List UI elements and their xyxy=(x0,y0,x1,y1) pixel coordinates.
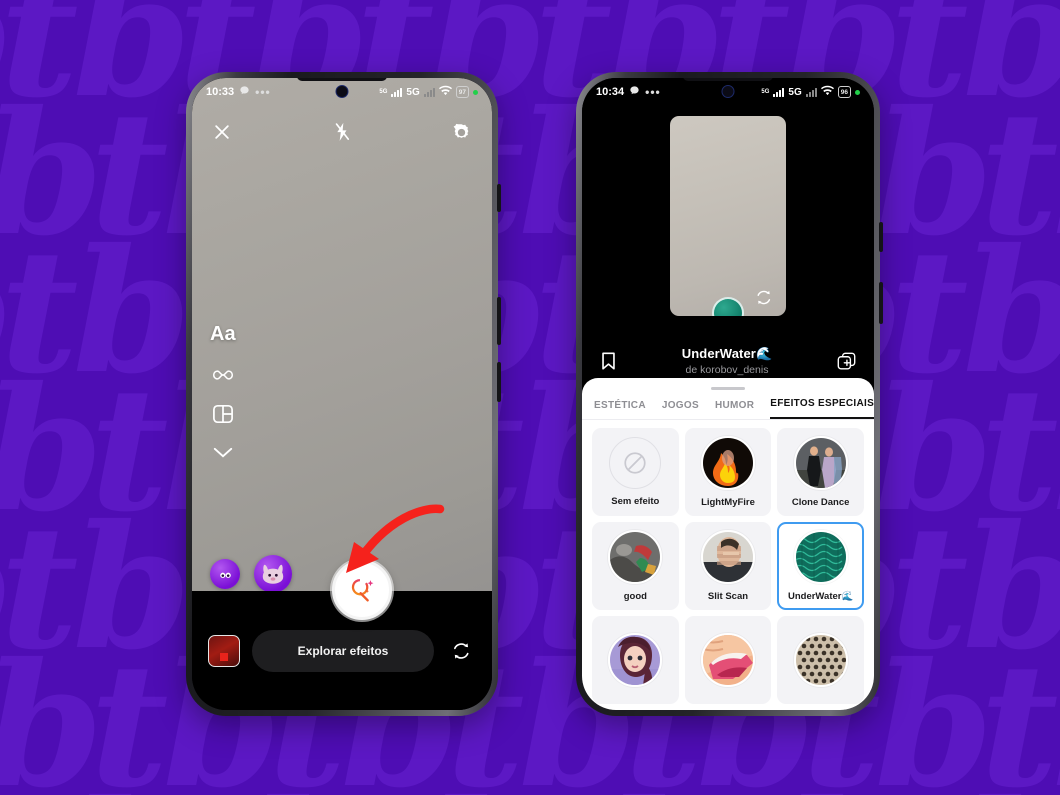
watermark-text: tb xyxy=(534,779,725,795)
camera-top-controls xyxy=(192,112,492,152)
effect-cell[interactable]: Clone Dance xyxy=(777,428,864,516)
effect-thumbnail-slit-icon xyxy=(700,530,755,584)
watermark-text: tb xyxy=(712,779,903,795)
effect-author: de korobov_denis xyxy=(685,364,769,376)
effect-cell[interactable] xyxy=(777,616,864,704)
camera-tool-rail: Aa xyxy=(210,323,236,459)
phone-right-button-power[interactable] xyxy=(879,282,883,324)
bookmark-icon[interactable] xyxy=(600,351,617,371)
phone-left: 10:33 ••• 5G 5G 97 Aa Explorar efeitos xyxy=(186,72,501,716)
effect-title: UnderWater🌊 xyxy=(681,346,773,361)
watermark-text: tb xyxy=(0,779,191,795)
effect-thumbnail-good-icon xyxy=(608,530,663,584)
flash-off-icon[interactable] xyxy=(332,121,352,143)
effect-thumbnail-lips-icon xyxy=(700,633,755,687)
effect-label: Clone Dance xyxy=(791,497,850,508)
add-to-story-icon[interactable] xyxy=(837,352,856,371)
phone-right-button-volume[interactable] xyxy=(879,222,883,252)
right-network-label: 5G xyxy=(788,86,802,98)
phone-left-button-power[interactable] xyxy=(497,362,501,402)
wifi-icon xyxy=(820,85,834,99)
filter-bubble-2[interactable] xyxy=(254,555,292,593)
effect-cell[interactable]: Sem efeito xyxy=(592,428,679,516)
settings-gear-icon[interactable] xyxy=(451,122,472,143)
signal-bars-icon xyxy=(773,87,785,97)
right-status-time: 10:34 xyxy=(596,86,625,98)
effect-preview-badge xyxy=(712,297,744,316)
left-status-dots: ••• xyxy=(255,85,271,99)
text-tool-icon[interactable]: Aa xyxy=(210,323,236,346)
left-network-sup: 5G xyxy=(379,89,388,95)
right-network-sup: 5G xyxy=(761,89,770,95)
phone-right: 10:34 ••• 5G 5G 96 UnderWater🌊 de korobo… xyxy=(576,72,883,716)
battery-indicator: 97 xyxy=(455,86,469,98)
wifi-icon xyxy=(438,85,452,99)
effect-label: good xyxy=(623,591,647,602)
background-watermark-pattern: tbtbtbtbtbtbtbtbtbtbtbtbtbtbtbtbtbtbtbtb… xyxy=(0,0,1060,795)
browse-effects-button[interactable] xyxy=(332,560,392,620)
effect-preview-card[interactable] xyxy=(670,116,786,316)
effect-label: Slit Scan xyxy=(707,591,749,602)
battery-indicator: 96 xyxy=(837,86,851,98)
left-network-label: 5G xyxy=(406,86,420,98)
watermark-text: tb xyxy=(356,779,547,795)
effect-thumbnail-mesh-icon xyxy=(793,633,848,687)
effect-cell[interactable] xyxy=(684,616,772,704)
watermark-text: tb xyxy=(178,779,369,795)
effect-label: UnderWater🌊 xyxy=(787,591,854,602)
close-icon[interactable] xyxy=(212,122,232,142)
effect-cell[interactable]: Slit Scan xyxy=(684,522,772,610)
flip-camera-icon[interactable] xyxy=(446,636,476,666)
phone-left-earpiece xyxy=(297,78,387,81)
tab-humor[interactable]: HUMOR xyxy=(715,400,754,419)
effect-thumbnail-cartoon-icon xyxy=(608,633,663,687)
explore-effects-button[interactable]: Explorar efeitos xyxy=(252,629,434,672)
signal-bars-secondary-icon xyxy=(423,87,435,97)
camera-viewfinder[interactable]: 10:33 ••• 5G 5G 97 Aa xyxy=(192,78,492,620)
preview-flip-camera-icon[interactable] xyxy=(754,288,774,312)
effect-thumbnail-none-icon xyxy=(609,437,662,489)
explore-effects-label: Explorar efeitos xyxy=(297,643,389,658)
effect-cell[interactable]: good xyxy=(592,522,679,610)
filter-bubble-1[interactable] xyxy=(210,559,240,589)
boomerang-infinity-icon[interactable] xyxy=(211,368,235,382)
notification-icon xyxy=(629,85,640,99)
effect-thumbnail-fire-icon xyxy=(700,436,755,490)
tab-estética[interactable]: ESTÉTICA xyxy=(594,400,646,419)
recording-dot-icon xyxy=(855,89,860,95)
phone-left-button-volume[interactable] xyxy=(497,297,501,345)
tab-jogos[interactable]: JOGOS xyxy=(662,400,699,419)
watermark-text: tb xyxy=(890,779,1060,795)
tab-efeitos-especiais[interactable]: EFEITOS ESPECIAIS xyxy=(770,398,874,419)
effect-thumbnail-dance-icon xyxy=(793,436,848,490)
effects-grid: Sem efeito LightMyFire Clone Dance good Slit… xyxy=(582,420,874,710)
phone-right-front-camera xyxy=(721,85,735,98)
effects-bottom-sheet: ESTÉTICA JOGOS HUMOR EFEITOS ESPECIAIS Sem … xyxy=(582,378,874,710)
recording-dot-icon xyxy=(473,89,478,95)
effect-label: Sem efeito xyxy=(611,496,660,507)
effect-label: LightMyFire xyxy=(701,497,755,508)
layout-grid-icon[interactable] xyxy=(212,404,234,424)
effect-cell[interactable] xyxy=(592,616,679,704)
gallery-thumbnail[interactable] xyxy=(208,634,240,667)
phone-left-front-camera xyxy=(335,85,349,98)
effects-browser-screen: 10:34 ••• 5G 5G 96 UnderWater🌊 de korobo… xyxy=(582,78,874,710)
phone-right-earpiece xyxy=(683,78,773,81)
signal-bars-icon xyxy=(391,87,403,97)
effect-thumbnail-water-icon xyxy=(793,530,848,584)
phone-left-button-mute[interactable] xyxy=(497,184,501,212)
effect-cell[interactable]: UnderWater🌊 xyxy=(777,522,864,610)
notification-icon xyxy=(239,85,250,99)
left-status-time: 10:33 xyxy=(206,86,235,98)
chevron-down-icon[interactable] xyxy=(212,446,234,459)
signal-bars-secondary-icon xyxy=(805,87,817,97)
category-tabs: ESTÉTICA JOGOS HUMOR EFEITOS ESPECIAIS xyxy=(582,390,874,420)
right-status-dots: ••• xyxy=(645,85,661,99)
effect-cell[interactable]: LightMyFire xyxy=(684,428,772,516)
